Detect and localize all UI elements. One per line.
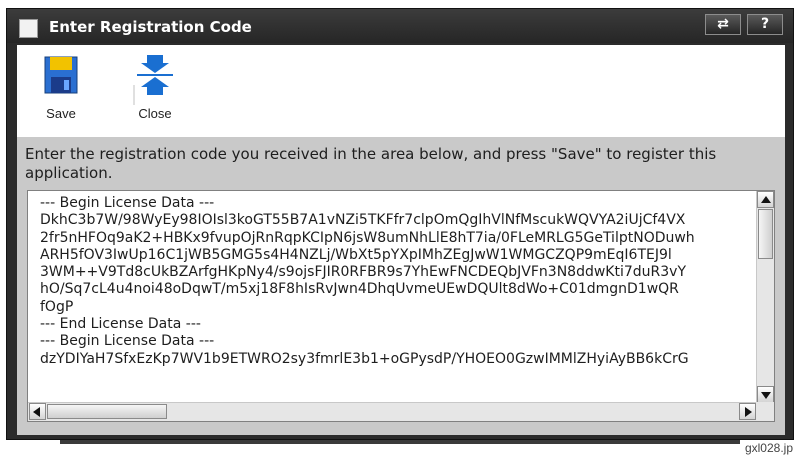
floppy-disk-icon: [44, 56, 78, 94]
scroll-up-button[interactable]: [757, 191, 774, 208]
license-line: fOgP: [40, 298, 74, 315]
toolbar: Save Close: [17, 45, 785, 137]
scrollbar-corner: [756, 402, 774, 421]
figure-caption: gxl028.jp: [744, 441, 793, 455]
arrow-down-icon: [761, 392, 771, 399]
license-line: --- Begin License Data ---: [40, 333, 215, 350]
collapse-arrows-icon: [137, 55, 173, 95]
license-line: DkhC3b7W/98WyEy98IOIsl3koGT55B7A1vNZi5TK…: [40, 212, 686, 229]
license-line: --- End License Data ---: [40, 316, 201, 333]
license-line: 2fr5nHFOq9aK2+HBKx9fvupOjRnRqpKCIpN6jsW8…: [40, 229, 695, 246]
arrow-up-icon: [761, 196, 771, 203]
license-line: 3WM++V9Td8cUkBZArfgHKpNy4/s9ojsFJIR0RFBR…: [40, 264, 687, 281]
license-line: dzYDIYaH7SfxEzKp7WV1b9ETWRO2sy3fmrlE3b1+…: [40, 350, 689, 367]
content-area: Enter the registration code you received…: [17, 137, 785, 435]
arrow-right-icon: [745, 407, 752, 417]
registration-dialog: Enter Registration Code ⇄ ? Save Close E…: [6, 8, 794, 440]
help-button[interactable]: ?: [747, 14, 783, 35]
scroll-right-button[interactable]: [739, 403, 756, 420]
license-line: --- Begin License Data ---: [40, 195, 215, 211]
horizontal-scrollbar[interactable]: [28, 402, 757, 421]
window-icon: [19, 19, 38, 38]
close-button[interactable]: Close: [115, 53, 195, 121]
license-textarea[interactable]: --- Begin License Data --- DkhC3b7W/98Wy…: [27, 190, 775, 422]
horizontal-scroll-thumb[interactable]: [47, 404, 167, 419]
dialog-title: Enter Registration Code: [49, 18, 252, 36]
close-label: Close: [138, 106, 172, 121]
license-text[interactable]: --- Begin License Data --- DkhC3b7W/98Wy…: [40, 195, 758, 395]
swap-window-button[interactable]: ⇄: [705, 14, 741, 35]
instruction-text: Enter the registration code you received…: [25, 145, 717, 182]
scroll-down-button[interactable]: [757, 386, 774, 403]
vertical-scroll-thumb[interactable]: [758, 209, 773, 259]
license-line: ARH5fOV3IwUp16C1jWB5GMG5s4H4NZLj/WbXt5pY…: [40, 246, 672, 263]
arrow-left-icon: [33, 407, 40, 417]
title-bar[interactable]: Enter Registration Code ⇄ ?: [7, 9, 793, 43]
window-shadow: [60, 440, 740, 444]
vertical-scrollbar[interactable]: [756, 191, 774, 403]
scroll-left-button[interactable]: [29, 403, 46, 420]
license-line: hO/Sq7cL4u4noi48oDqwT/m5xj18F8hIsRvJwn4D…: [40, 281, 679, 298]
save-label: Save: [46, 106, 76, 121]
save-button[interactable]: Save: [21, 53, 101, 121]
